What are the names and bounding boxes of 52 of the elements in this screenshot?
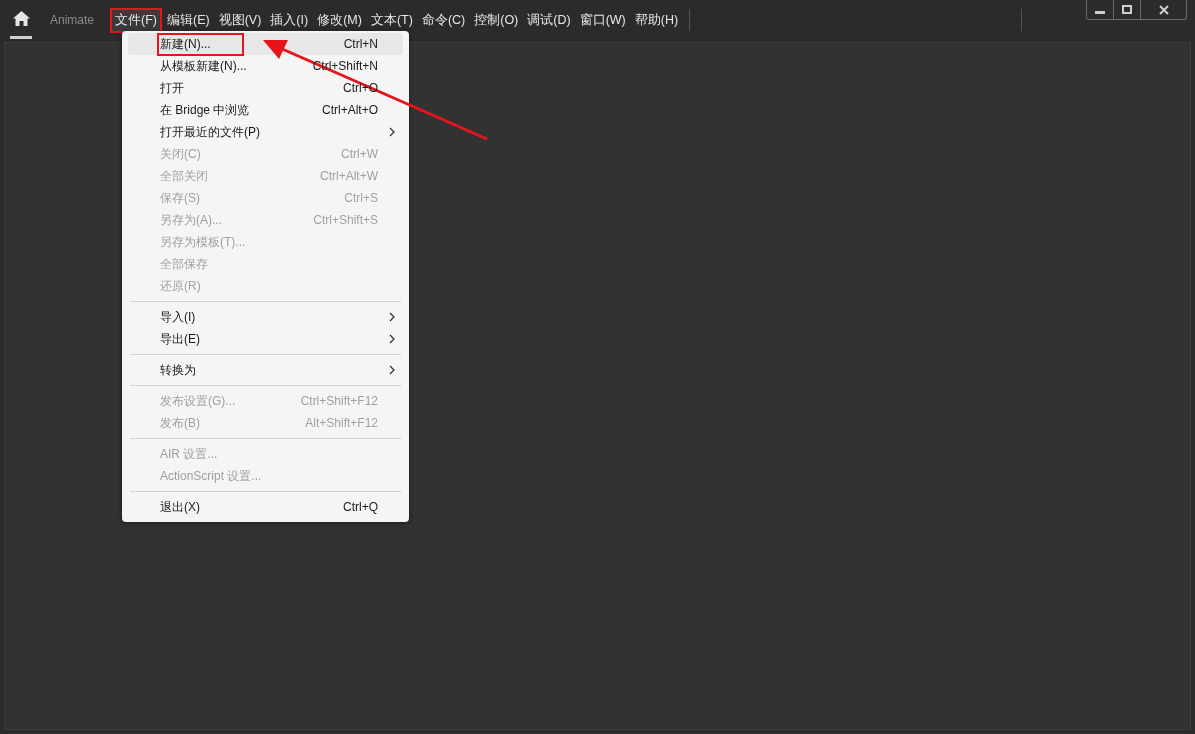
menu-bar-item[interactable]: 控制(O) [470, 8, 523, 32]
shortcut-text: Ctrl+Alt+O [322, 103, 378, 117]
menu-item-label: 还原(R) [160, 277, 201, 295]
menu-bar-item[interactable]: 帮助(H) [630, 8, 683, 32]
menu-item-label: 新建(N)... [160, 35, 241, 53]
menu-bar-item[interactable]: 命令(C) [417, 8, 470, 32]
menu-item-label: 全部关闭 [160, 167, 208, 185]
menu-bar-item[interactable]: 编辑(E) [163, 8, 214, 32]
menu-item-label: ActionScript 设置... [160, 467, 262, 485]
menu-bar-item[interactable]: 文件(F) [110, 7, 162, 33]
menu-item-label: 退出(X) [160, 498, 200, 516]
shortcut-text: Ctrl+Q [343, 500, 378, 514]
menu-item[interactable]: 导出(E) [128, 328, 403, 350]
shortcut-text: Ctrl+Shift+F12 [300, 394, 378, 408]
maximize-icon [1122, 5, 1132, 14]
home-icon [12, 11, 30, 26]
menu-bar-item[interactable]: 视图(V) [214, 8, 266, 32]
shortcut-text: Ctrl+Alt+W [320, 169, 378, 183]
menu-item-label: 从模板新建(N)... [160, 57, 247, 75]
minimize-icon [1095, 11, 1105, 14]
menu-item-label: 在 Bridge 中浏览 [160, 101, 250, 119]
menu-item[interactable]: 导入(I) [128, 306, 403, 328]
shortcut-text: Ctrl+W [341, 147, 378, 161]
menu-item-label: 导出(E) [160, 330, 200, 348]
menu-item[interactable]: 退出(X) Ctrl+Q [128, 496, 403, 518]
menu-bar-item[interactable]: 插入(I) [266, 8, 313, 32]
menu-item-label: 另存为模板(T)... [160, 233, 246, 251]
menu-item-label: 发布设置(G)... [160, 392, 236, 410]
shortcut-text: Ctrl+S [344, 191, 378, 205]
menu-item-label: 保存(S) [160, 189, 200, 207]
menu-item-label: 打开 [160, 79, 184, 97]
menu-item-label: 关闭(C) [160, 145, 201, 163]
close-icon [1158, 4, 1169, 15]
shortcut-text: Ctrl+Shift+S [313, 213, 378, 227]
menu-item-label: 导入(I) [160, 308, 196, 326]
menu-bar-item[interactable]: 文本(T) [366, 8, 417, 32]
menu-item-label: 另存为(A)... [160, 211, 222, 229]
menu-bar-item[interactable]: 修改(M) [313, 8, 366, 32]
menu-item-label: 全部保存 [160, 255, 208, 273]
menu-bar-item[interactable]: 调试(D) [523, 8, 575, 32]
shortcut-text: Alt+Shift+F12 [305, 416, 378, 430]
menu-item[interactable]: 打开最近的文件(P) [128, 121, 403, 143]
menu-item-label: 打开最近的文件(P) [160, 123, 260, 141]
menu-item-label: AIR 设置... [160, 445, 218, 463]
menu-item-label: 发布(B) [160, 414, 200, 432]
menu-item[interactable]: 转换为 [128, 359, 403, 381]
menu-item-label: 转换为 [160, 361, 196, 379]
menu-item[interactable]: 在 Bridge 中浏览 Ctrl+Alt+O [128, 99, 403, 121]
app-name: Animate [50, 13, 95, 27]
shortcut-text: Ctrl+N [343, 37, 378, 51]
menu-item[interactable]: 新建(N)... Ctrl+N [128, 33, 403, 55]
menu-bar-item[interactable]: 窗口(W) [575, 8, 630, 32]
